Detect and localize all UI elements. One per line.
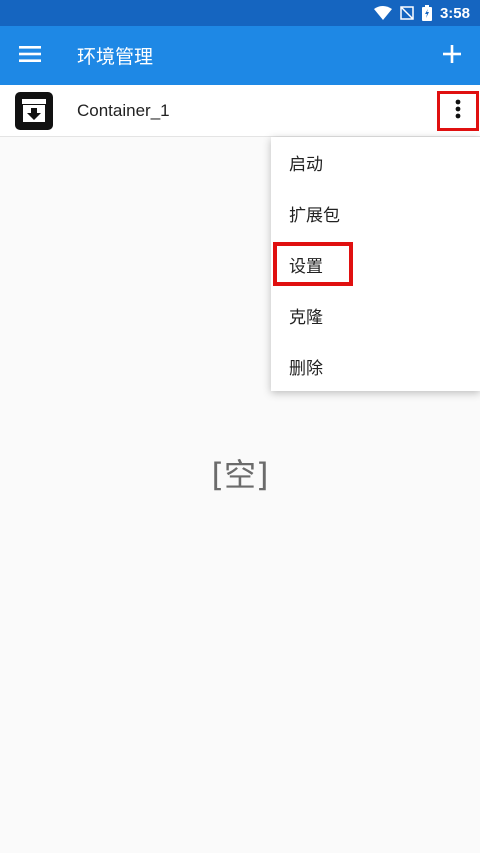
more-options-button[interactable]: [437, 91, 479, 131]
wifi-icon: [373, 6, 392, 20]
screen: 3:58 环境管理 Container_1 [空] 启动 扩展包 设置 克隆 删…: [0, 0, 480, 853]
context-menu: 启动 扩展包 设置 克隆 删除: [271, 137, 480, 391]
app-bar: 环境管理: [0, 26, 480, 85]
archive-download-icon: [15, 91, 53, 130]
menu-item-delete[interactable]: 删除: [271, 341, 480, 392]
menu-item-clone[interactable]: 克隆: [271, 290, 480, 341]
list-item[interactable]: Container_1: [0, 85, 480, 137]
menu-item-label: 克隆: [289, 308, 323, 328]
more-vert-icon: [455, 99, 461, 123]
no-signal-icon: [400, 6, 414, 20]
menu-item-label: 设置: [289, 257, 323, 277]
status-time: 3:58: [439, 4, 470, 22]
page-title: 环境管理: [77, 46, 154, 68]
add-button[interactable]: [424, 26, 480, 85]
list-item-title: Container_1: [77, 100, 170, 120]
menu-item-label: 扩展包: [289, 206, 340, 226]
menu-item-label: 启动: [289, 155, 323, 175]
status-bar: 3:58: [0, 0, 480, 26]
empty-state-text: [空]: [211, 456, 269, 494]
menu-item-label: 删除: [289, 359, 323, 379]
menu-item-start[interactable]: 启动: [271, 137, 480, 188]
menu-item-settings[interactable]: 设置: [271, 239, 480, 290]
battery-charging-icon: [421, 5, 432, 21]
menu-item-extensions[interactable]: 扩展包: [271, 188, 480, 239]
plus-icon: [443, 44, 461, 67]
hamburger-menu-icon: [19, 45, 41, 66]
nav-menu-button[interactable]: [0, 26, 60, 85]
